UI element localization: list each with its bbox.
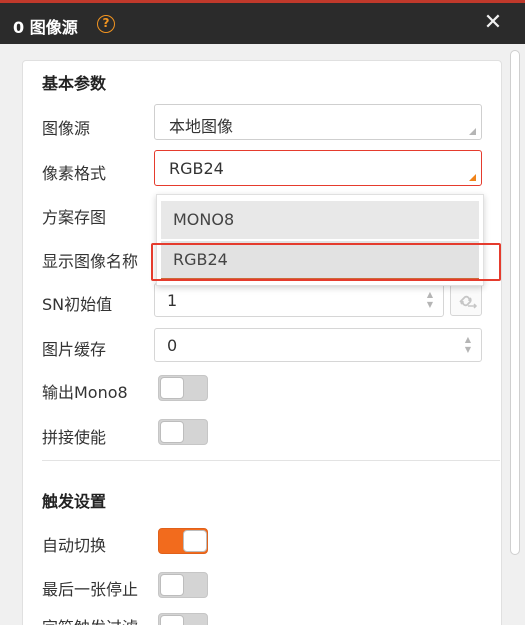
output-mono8-toggle[interactable] (158, 375, 208, 401)
dropdown-option-rgb24[interactable]: RGB24 (161, 241, 479, 279)
link-icon[interactable] (450, 284, 482, 316)
char-trigger-filter-label: 字符触发过滤 (42, 614, 138, 625)
option-label: MONO8 (173, 210, 235, 229)
toggle-knob (160, 421, 184, 443)
stop-last-label: 最后一张停止 (42, 580, 139, 599)
stepper-arrows-icon[interactable]: ▲ ▼ (463, 335, 473, 357)
image-cache-stepper[interactable]: 0 ▲ ▼ (154, 328, 482, 362)
stepper-arrows-icon[interactable]: ▲ ▼ (425, 290, 435, 312)
stop-last-toggle[interactable] (158, 572, 208, 598)
char-trigger-filter-toggle[interactable] (158, 613, 208, 625)
dialog-title: 0 图像源 (13, 18, 78, 37)
image-cache-value: 0 (167, 336, 178, 355)
scrollbar-thumb[interactable] (510, 50, 520, 555)
section-title-trigger: 触发设置 (42, 492, 107, 511)
show-image-name-label: 显示图像名称 (42, 252, 139, 271)
toggle-knob (160, 377, 184, 399)
auto-switch-toggle[interactable] (158, 528, 208, 554)
sn-initial-label: SN初始值 (42, 295, 113, 314)
option-label: RGB24 (173, 250, 228, 269)
stitch-enable-toggle[interactable] (158, 419, 208, 445)
toggle-knob (183, 530, 207, 552)
image-source-value: 本地图像 (169, 117, 234, 136)
image-cache-label: 图片缓存 (42, 340, 107, 359)
auto-switch-label: 自动切换 (42, 536, 107, 555)
section-divider (42, 460, 500, 461)
image-source-dialog: 0 图像源 ? ✕ 基本参数 图像源 本地图像 像素格式 RGB24 方案存图 … (0, 0, 525, 625)
pixel-format-value: RGB24 (169, 159, 224, 178)
toggle-knob (160, 574, 184, 596)
stitch-enable-label: 拼接使能 (42, 428, 107, 447)
scheme-save-label: 方案存图 (42, 208, 107, 227)
image-source-select[interactable]: 本地图像 (154, 104, 482, 140)
toggle-knob (160, 615, 184, 625)
pixel-format-label: 像素格式 (42, 164, 107, 183)
image-source-label: 图像源 (42, 119, 91, 138)
sn-initial-stepper[interactable]: 1 ▲ ▼ (154, 283, 444, 317)
title-bar: 0 图像源 ? ✕ (0, 3, 525, 44)
dropdown-option-mono8[interactable]: MONO8 (161, 201, 479, 239)
dropdown-corner-icon (469, 128, 476, 135)
dropdown-corner-icon (469, 174, 476, 181)
output-mono8-label: 输出Mono8 (42, 383, 128, 402)
sn-initial-value: 1 (167, 291, 178, 310)
pixel-format-select[interactable]: RGB24 (154, 150, 482, 186)
close-icon[interactable]: ✕ (482, 12, 504, 34)
question-circle-icon[interactable]: ? (97, 15, 115, 33)
pixel-format-dropdown: MONO8 RGB24 (156, 194, 484, 286)
section-title-basic: 基本参数 (42, 74, 107, 93)
